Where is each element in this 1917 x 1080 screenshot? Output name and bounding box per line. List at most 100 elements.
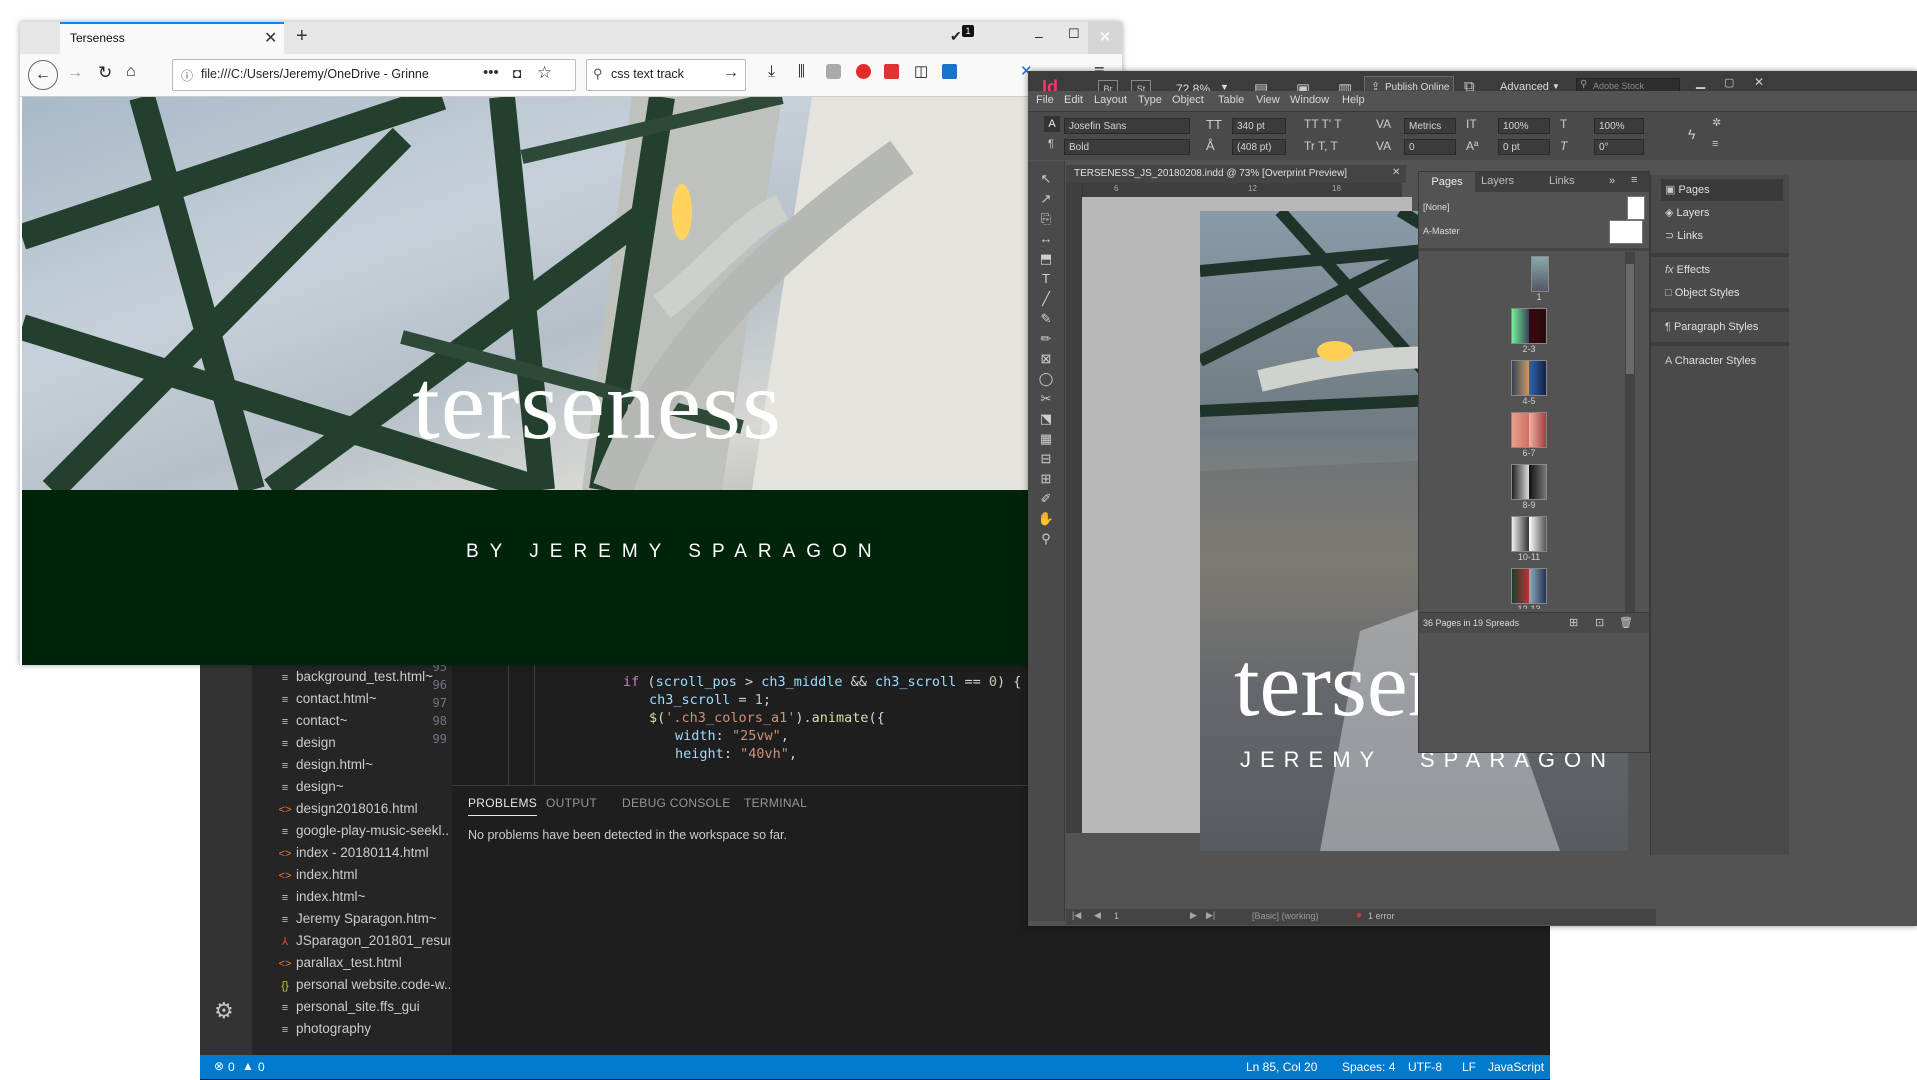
tab-layers[interactable]: Layers <box>1481 175 1514 187</box>
error-count[interactable]: 1 error <box>1368 911 1395 921</box>
hand-tool-icon[interactable]: ✋ <box>1036 509 1056 529</box>
pocket-icon[interactable]: ◘ <box>513 65 521 81</box>
direct-selection-tool-icon[interactable]: ↗ <box>1036 189 1056 209</box>
all-caps-icon[interactable]: TT T' T <box>1304 117 1342 131</box>
kerning-field[interactable]: Metrics <box>1404 118 1456 134</box>
file-item[interactable]: <> index - 20180114.html <box>278 842 450 864</box>
minimize-icon[interactable]: ▁ <box>1696 75 1705 89</box>
tab-problems[interactable]: PROBLEMS <box>468 796 538 816</box>
extension-icon[interactable] <box>884 64 899 79</box>
first-page-icon[interactable]: |◀ <box>1072 910 1081 921</box>
close-tab-icon[interactable]: ✕ <box>264 28 277 48</box>
free-transform-tool-icon[interactable]: ⬔ <box>1036 409 1056 429</box>
gradient-tool-icon[interactable]: ▦ <box>1036 429 1056 449</box>
prev-page-icon[interactable]: ◀ <box>1094 910 1101 921</box>
control-settings-icon[interactable]: ✲ <box>1712 116 1721 129</box>
file-item[interactable]: ≡ index.html~ <box>278 886 450 908</box>
menu-table[interactable]: Table <box>1218 94 1244 106</box>
page-thumbnail[interactable] <box>1511 360 1547 396</box>
back-button[interactable]: ← <box>28 60 58 90</box>
selection-tool-icon[interactable]: ↖ <box>1036 169 1056 189</box>
close-window-icon[interactable]: ✕ <box>1088 22 1122 54</box>
ellipse-tool-icon[interactable]: ◯ <box>1036 369 1056 389</box>
url-text[interactable]: file:///C:/Users/Jeremy/OneDrive - Grinn… <box>201 67 429 81</box>
dock-character-styles[interactable]: A Character Styles <box>1661 350 1756 372</box>
scissors-tool-icon[interactable]: ✂ <box>1036 389 1056 409</box>
info-icon[interactable]: ⓘ <box>181 67 193 84</box>
page-number[interactable]: 1 <box>1114 911 1119 921</box>
page-thumbnail[interactable] <box>1511 568 1547 604</box>
close-document-icon[interactable]: ✕ <box>1392 167 1400 178</box>
dock-paragraph-styles[interactable]: ¶ Paragraph Styles <box>1661 316 1758 338</box>
extension-icon[interactable] <box>856 64 871 79</box>
skew-field[interactable]: 0° <box>1594 139 1644 155</box>
search-text[interactable]: css text track <box>611 67 684 81</box>
file-item[interactable]: ≡ google-play-music-seekl... <box>278 820 450 842</box>
file-item[interactable]: ≡ design.html~ <box>278 754 450 776</box>
search-go-icon[interactable]: → <box>723 64 739 82</box>
language-mode[interactable]: JavaScript <box>1488 1060 1544 1074</box>
rectangle-frame-tool-icon[interactable]: ⊠ <box>1036 349 1056 369</box>
tab-output[interactable]: OUTPUT <box>546 796 597 810</box>
new-tab-icon[interactable]: + <box>296 25 308 48</box>
line-tool-icon[interactable]: ╱ <box>1036 289 1056 309</box>
file-item[interactable]: <> parallax_test.html <box>278 952 450 974</box>
error-icon[interactable]: ⊗ <box>214 1059 224 1073</box>
font-family-field[interactable]: Josefin Sans <box>1064 118 1190 134</box>
delete-page-icon[interactable]: 🗑 <box>1619 616 1633 629</box>
last-page-icon[interactable]: ▶| <box>1206 910 1215 921</box>
new-page-icon[interactable]: ⊡ <box>1595 616 1604 629</box>
dock-object-styles[interactable]: □ Object Styles <box>1661 282 1740 304</box>
page-thumbnail[interactable] <box>1511 464 1547 500</box>
quick-apply-icon[interactable]: ϟ <box>1688 126 1695 142</box>
menu-window[interactable]: Window <box>1290 94 1329 106</box>
page-thumbnail[interactable] <box>1511 412 1547 448</box>
file-item[interactable]: ≡ Jeremy Sparagon.htm~ <box>278 908 450 930</box>
master-a[interactable]: A-Master <box>1423 226 1460 236</box>
page-actions-icon[interactable]: ••• <box>483 64 499 81</box>
menu-view[interactable]: View <box>1256 94 1280 106</box>
warning-icon[interactable]: ▲ <box>242 1059 254 1073</box>
file-item[interactable]: <> design2018016.html <box>278 798 450 820</box>
extension-icon[interactable] <box>826 64 841 79</box>
tab-pages[interactable]: Pages <box>1419 172 1475 192</box>
type-tool-icon[interactable]: T <box>1036 269 1056 289</box>
menu-type[interactable]: Type <box>1138 94 1162 106</box>
character-mode-icon[interactable]: A <box>1044 116 1060 132</box>
search-bar[interactable]: ⚲ css text track → <box>586 59 746 91</box>
paragraph-mode-icon[interactable]: ¶ <box>1048 138 1054 150</box>
file-item[interactable]: ⅄ JSparagon_201801_resum... <box>278 930 450 952</box>
minimize-icon[interactable]: – <box>1035 28 1043 44</box>
tab-links[interactable]: Links <box>1549 175 1575 187</box>
maximize-icon[interactable]: ☐ <box>1068 26 1080 42</box>
preflight-profile[interactable]: [Basic] (working) <box>1252 911 1319 921</box>
zoom-tool-icon[interactable]: ⚲ <box>1036 529 1056 549</box>
menu-edit[interactable]: Edit <box>1064 94 1083 106</box>
master-none[interactable]: [None] <box>1423 202 1450 212</box>
file-item[interactable]: ≡ design~ <box>278 776 450 798</box>
gap-tool-icon[interactable]: ↔ <box>1036 229 1056 249</box>
restore-icon[interactable]: ▢ <box>1724 76 1734 89</box>
content-collector-icon[interactable]: ⬒ <box>1036 249 1056 269</box>
file-item[interactable]: <> index.html <box>278 864 450 886</box>
baseline-shift-field[interactable]: 0 pt <box>1498 139 1550 155</box>
indentation[interactable]: Spaces: 4 <box>1342 1060 1395 1074</box>
scroll-thumb[interactable] <box>1626 264 1634 374</box>
feedback-icon[interactable]: ☻ <box>1576 1058 1589 1072</box>
dock-links[interactable]: ⊃ Links <box>1661 225 1703 247</box>
edit-page-size-icon[interactable]: ⊞ <box>1569 616 1578 629</box>
eyedropper-tool-icon[interactable]: ✐ <box>1036 489 1056 509</box>
library-icon[interactable]: ⫼ <box>798 63 805 80</box>
dock-pages[interactable]: ▣ Pages <box>1661 179 1783 201</box>
browser-tab[interactable]: Terseness ✕ <box>60 22 284 54</box>
sidebar-icon[interactable]: ◫ <box>914 62 928 80</box>
pages-scrollbar[interactable] <box>1625 252 1635 612</box>
encoding[interactable]: UTF-8 <box>1408 1060 1442 1074</box>
small-caps-icon[interactable]: Tr T, T <box>1304 139 1338 153</box>
url-bar[interactable]: ⓘ file:///C:/Users/Jeremy/OneDrive - Gri… <box>172 59 576 91</box>
page-thumbnail[interactable] <box>1531 256 1549 292</box>
menu-file[interactable]: File <box>1036 94 1054 106</box>
page-thumbnail[interactable] <box>1511 308 1547 344</box>
forward-button[interactable]: → <box>67 64 83 82</box>
notification-icon[interactable]: ✔ <box>950 28 962 45</box>
